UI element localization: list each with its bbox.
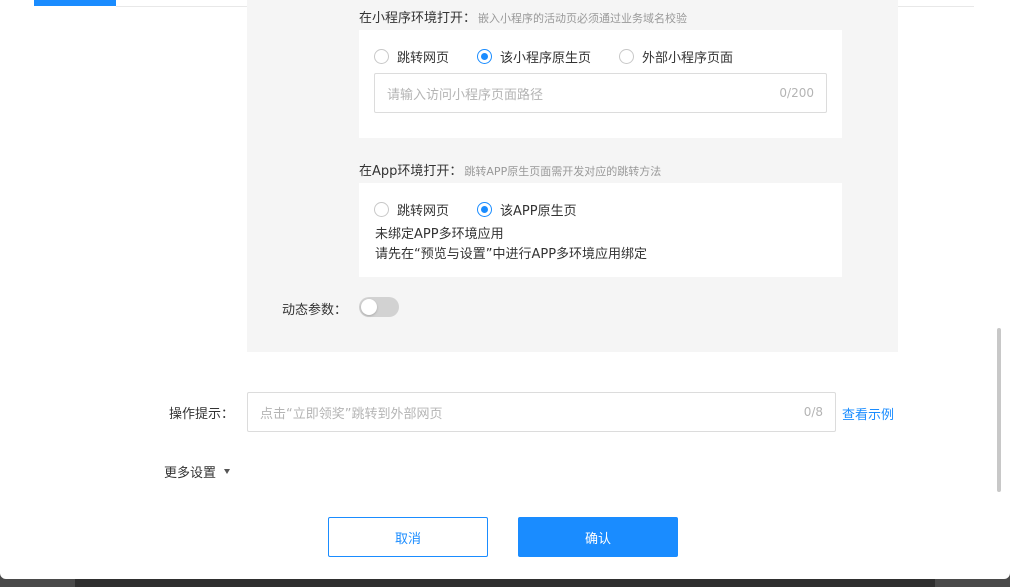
- scrollbar-track[interactable]: [996, 0, 1002, 579]
- app-binding-note: 未绑定APP多环境应用 请先在“预览与设置”中进行APP多环境应用绑定: [375, 225, 647, 265]
- radio-icon[interactable]: [619, 49, 635, 64]
- active-tab-indicator: [34, 0, 116, 6]
- view-example-link[interactable]: 查看示例: [842, 404, 894, 423]
- more-settings-toggle[interactable]: 更多设置: [164, 462, 231, 481]
- app-note-line1: 未绑定APP多环境应用: [375, 227, 504, 242]
- operation-tip-label: 操作提示：: [169, 407, 235, 422]
- miniprogram-title-text: 在小程序环境打开：: [359, 11, 477, 26]
- radio-label: 该APP原生页: [500, 204, 577, 219]
- app-note-line2: 请先在“预览与设置”中进行APP多环境应用绑定: [375, 247, 648, 262]
- radio-label: 跳转网页: [397, 51, 450, 66]
- miniprogram-option-native-page[interactable]: 该小程序原生页: [477, 47, 591, 66]
- miniprogram-option-external-miniprogram[interactable]: 外部小程序页面: [619, 47, 733, 66]
- tip-input-placeholder: 点击“立即领奖”跳转到外部网页: [260, 406, 443, 422]
- caret-down-icon: [224, 469, 231, 474]
- radio-checked-icon[interactable]: [477, 49, 493, 64]
- cancel-button[interactable]: 取消: [328, 517, 488, 557]
- app-option-native-page[interactable]: 该APP原生页: [477, 200, 577, 219]
- radio-icon[interactable]: [374, 202, 389, 217]
- radio-checked-icon[interactable]: [477, 202, 493, 217]
- app-radio-group: 跳转网页 该APP原生页: [374, 200, 605, 219]
- miniprogram-path-input[interactable]: 请输入访问小程序页面路径 0/200: [374, 73, 827, 113]
- radio-label: 该小程序原生页: [500, 51, 592, 66]
- path-char-count: 0/200: [779, 86, 814, 100]
- more-settings-label: 更多设置: [164, 466, 217, 481]
- link-settings-dialog: 在小程序环境打开： 嵌入小程序的活动页必须通过业务域名校验 跳转网页 该小程序原生…: [0, 0, 1010, 579]
- tip-char-count: 0/8: [803, 405, 823, 419]
- app-option-webpage[interactable]: 跳转网页: [374, 200, 449, 219]
- miniprogram-radio-group: 跳转网页 该小程序原生页 外部小程序页面: [374, 47, 761, 66]
- app-hint: 跳转APP原生页面需开发对应的跳转方法: [464, 165, 662, 178]
- radio-label: 外部小程序页面: [642, 51, 734, 66]
- operation-tip-input[interactable]: 点击“立即领奖”跳转到外部网页 0/8: [247, 392, 836, 432]
- dynamic-params-label: 动态参数：: [282, 303, 348, 318]
- radio-icon[interactable]: [374, 49, 389, 64]
- miniprogram-option-webpage[interactable]: 跳转网页: [374, 47, 449, 66]
- confirm-button[interactable]: 确认: [518, 517, 678, 557]
- scrollbar-thumb[interactable]: [997, 328, 1001, 492]
- path-input-placeholder: 请输入访问小程序页面路径: [387, 87, 544, 103]
- app-title-text: 在App环境打开：: [359, 164, 463, 179]
- dynamic-params-toggle[interactable]: [359, 297, 399, 317]
- miniprogram-hint: 嵌入小程序的活动页必须通过业务域名校验: [478, 12, 688, 25]
- app-section-title: 在App环境打开： 跳转APP原生页面需开发对应的跳转方法: [359, 160, 661, 179]
- miniprogram-section-title: 在小程序环境打开： 嵌入小程序的活动页必须通过业务域名校验: [359, 7, 687, 26]
- radio-label: 跳转网页: [397, 204, 450, 219]
